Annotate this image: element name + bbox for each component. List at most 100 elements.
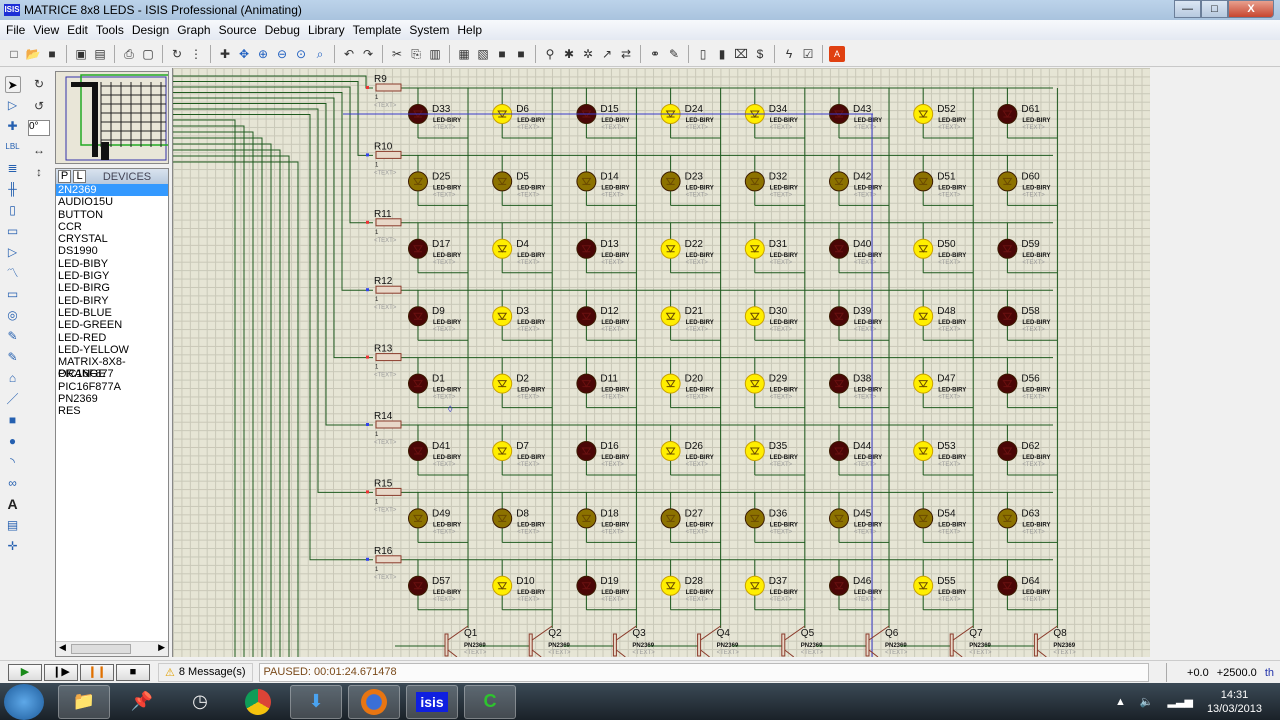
- stop-button[interactable]: ■: [116, 663, 150, 681]
- copy-icon[interactable]: ⎘: [408, 46, 424, 62]
- device-list-item[interactable]: LED-BIBY: [56, 258, 168, 270]
- decompose-icon[interactable]: ↗: [599, 46, 615, 62]
- menu-system[interactable]: System: [409, 23, 449, 37]
- pan-icon[interactable]: ✥: [236, 46, 252, 62]
- device-list-item[interactable]: 2N2369: [56, 184, 168, 197]
- schematic[interactable]: R91<TEXT>R101<TEXT>R111<TEXT>R121<TEXT>R…: [173, 68, 1150, 657]
- device-list-item[interactable]: DS1990: [56, 245, 168, 257]
- exit-parent-icon[interactable]: ⌧: [733, 46, 749, 62]
- menu-view[interactable]: View: [33, 23, 59, 37]
- text-script-icon[interactable]: ≣: [5, 160, 21, 177]
- rotate-clockwise-icon[interactable]: ↻: [31, 76, 47, 92]
- scroll-thumb[interactable]: [71, 644, 131, 654]
- messages-button[interactable]: ⚠ 8 Message(s): [158, 662, 253, 682]
- open-folder-icon[interactable]: 📂: [25, 46, 41, 62]
- pick-device-icon[interactable]: ⚲: [542, 46, 558, 62]
- overview-window[interactable]: [55, 71, 169, 164]
- menu-tools[interactable]: Tools: [96, 23, 124, 37]
- network-signal-icon[interactable]: ▂▃▅: [1168, 695, 1193, 708]
- device-list-item[interactable]: LED-BIGY: [56, 270, 168, 282]
- volume-icon[interactable]: 🔈: [1140, 695, 1154, 708]
- paste-icon[interactable]: ▥: [427, 46, 443, 62]
- selection-mode-icon[interactable]: ➤: [4, 76, 21, 93]
- play-button[interactable]: ▶: [8, 663, 42, 681]
- menu-debug[interactable]: Debug: [265, 23, 300, 37]
- save-icon[interactable]: ■: [44, 46, 60, 62]
- subcircuit-icon[interactable]: ▯: [5, 202, 21, 219]
- tape-recorder-icon[interactable]: ▭: [5, 286, 21, 303]
- new-sheet-icon[interactable]: ▯: [695, 46, 711, 62]
- ares-icon[interactable]: A: [829, 45, 845, 62]
- zoom-all-icon[interactable]: ⊙: [293, 46, 309, 62]
- taskbar-clock[interactable]: ◷: [174, 685, 226, 719]
- clock[interactable]: 14:31 13/03/2013: [1207, 688, 1262, 716]
- component-mode-icon[interactable]: ▷: [5, 97, 21, 114]
- print-area-icon[interactable]: ▢: [140, 46, 156, 62]
- buses-icon[interactable]: ╫: [5, 181, 21, 198]
- block-delete-icon[interactable]: ■: [513, 46, 529, 62]
- marker-icon[interactable]: ✛: [5, 538, 21, 555]
- wire-label-icon[interactable]: LBL: [5, 139, 21, 156]
- pick-device-tab[interactable]: P: [58, 170, 71, 183]
- voltage-probe-icon[interactable]: ✎: [5, 328, 21, 345]
- circle-icon[interactable]: ●: [5, 433, 21, 450]
- export-icon[interactable]: ▤: [92, 46, 108, 62]
- terminals-icon[interactable]: ▭: [5, 223, 21, 240]
- device-list-item[interactable]: LED-YELLOW: [56, 344, 168, 356]
- show-hidden-icons[interactable]: ▲: [1115, 696, 1126, 708]
- grid-icon[interactable]: ⋮: [188, 46, 204, 62]
- arc-icon[interactable]: ◝: [5, 454, 21, 471]
- device-list-item[interactable]: CRYSTAL: [56, 233, 168, 245]
- zoom-in-icon[interactable]: ⊕: [255, 46, 271, 62]
- wire-autorouter-icon[interactable]: ⇄: [618, 46, 634, 62]
- print-icon[interactable]: ⎙: [121, 46, 137, 62]
- cut-icon[interactable]: ✂: [389, 46, 405, 62]
- device-list-item[interactable]: PIC16F877: [56, 368, 168, 380]
- device-list-item[interactable]: LED-BIRY: [56, 295, 168, 307]
- menu-source[interactable]: Source: [219, 23, 257, 37]
- menu-design[interactable]: Design: [132, 23, 169, 37]
- search-icon[interactable]: ⚭: [647, 46, 663, 62]
- device-list-item[interactable]: BUTTON: [56, 209, 168, 221]
- pause-button[interactable]: ❙❙: [80, 663, 114, 681]
- zoom-out-icon[interactable]: ⊖: [274, 46, 290, 62]
- block-rotate-icon[interactable]: ■: [494, 46, 510, 62]
- device-list-item[interactable]: RES: [56, 405, 168, 417]
- erc-icon[interactable]: ☑: [800, 46, 816, 62]
- netlist-icon[interactable]: $: [752, 46, 768, 62]
- virtual-instruments-icon[interactable]: ⌂: [5, 370, 21, 387]
- close-button[interactable]: X: [1228, 0, 1274, 18]
- taskbar-isis[interactable]: isis: [406, 684, 458, 719]
- maximize-button[interactable]: □: [1201, 0, 1228, 18]
- library-tab[interactable]: L: [73, 170, 86, 183]
- junction-dot-icon[interactable]: ✚: [5, 118, 21, 135]
- remove-sheet-icon[interactable]: ▮: [714, 46, 730, 62]
- minimize-button[interactable]: —: [1174, 0, 1201, 18]
- start-button[interactable]: [4, 683, 44, 720]
- device-list-item[interactable]: MATRIX-8X8-ORANGE: [56, 356, 168, 380]
- undo-icon[interactable]: ↶: [341, 46, 357, 62]
- device-list-item[interactable]: LED-BIRG: [56, 282, 168, 294]
- step-button[interactable]: ❙▶: [44, 663, 78, 681]
- rotation-field[interactable]: 0°: [28, 120, 50, 136]
- bom-icon[interactable]: ϟ: [781, 46, 797, 62]
- device-list-item[interactable]: LED-BLUE: [56, 307, 168, 319]
- import-icon[interactable]: ▣: [73, 46, 89, 62]
- mirror-vertical-icon[interactable]: ↕: [31, 164, 47, 180]
- taskbar-compiler[interactable]: C: [464, 684, 516, 719]
- scroll-right-icon[interactable]: ▶: [158, 642, 165, 653]
- property-tool-icon[interactable]: ✎: [666, 46, 682, 62]
- box-icon[interactable]: ■: [5, 412, 21, 429]
- origin-icon[interactable]: ✚: [217, 46, 233, 62]
- zoom-area-icon[interactable]: ⌕: [312, 46, 328, 62]
- units[interactable]: th: [1265, 667, 1274, 679]
- taskbar-chrome[interactable]: [232, 685, 284, 719]
- menu-template[interactable]: Template: [353, 23, 402, 37]
- menu-file[interactable]: File: [6, 23, 25, 37]
- device-pins-icon[interactable]: ▷: [5, 244, 21, 261]
- device-list-item[interactable]: AUDIO15U: [56, 196, 168, 208]
- new-file-icon[interactable]: □: [6, 46, 22, 62]
- device-list-item[interactable]: LED-GREEN: [56, 319, 168, 331]
- generator-icon[interactable]: ◎: [5, 307, 21, 324]
- device-list-item[interactable]: PIC16F877A: [56, 381, 168, 393]
